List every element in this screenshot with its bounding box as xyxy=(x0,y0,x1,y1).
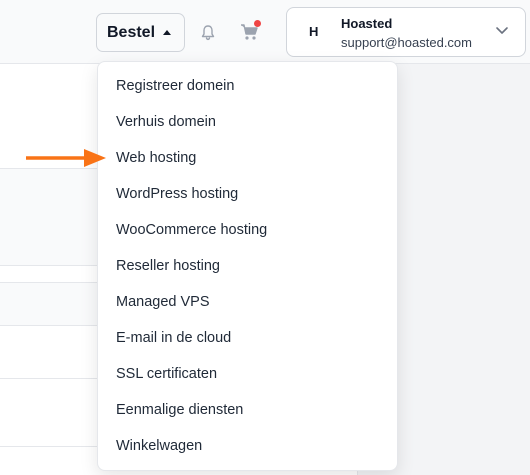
order-button-label: Bestel xyxy=(107,23,156,41)
menu-item-managed-vps[interactable]: Managed VPS xyxy=(98,284,397,320)
menu-item-cloud-email[interactable]: E-mail in de cloud xyxy=(98,320,397,356)
notifications-button[interactable] xyxy=(196,20,220,44)
account-name: Hoasted xyxy=(341,16,393,31)
order-button[interactable]: Bestel xyxy=(96,13,185,52)
caret-up-icon xyxy=(163,30,172,35)
bell-icon xyxy=(201,24,215,40)
cart-button[interactable] xyxy=(238,20,262,44)
menu-item-web-hosting[interactable]: Web hosting xyxy=(98,140,397,176)
pointer-arrow-icon xyxy=(26,149,106,167)
avatar: H xyxy=(309,24,319,39)
top-bar: Bestel H Hoasted support@hoasted.com xyxy=(0,0,530,64)
menu-item-wordpress-hosting[interactable]: WordPress hosting xyxy=(98,176,397,212)
menu-item-ssl-certificates[interactable]: SSL certificaten xyxy=(98,356,397,392)
menu-item-woocommerce-hosting[interactable]: WooCommerce hosting xyxy=(98,212,397,248)
account-email: support@hoasted.com xyxy=(341,35,472,50)
menu-item-register-domain[interactable]: Registreer domein xyxy=(98,68,397,104)
account-switcher[interactable]: H Hoasted support@hoasted.com xyxy=(286,7,526,57)
order-dropdown-menu: Registreer domein Verhuis domein Web hos… xyxy=(97,61,398,471)
chevron-down-icon xyxy=(496,27,508,34)
menu-item-one-time-services[interactable]: Eenmalige diensten xyxy=(98,392,397,428)
menu-item-shopping-cart[interactable]: Winkelwagen xyxy=(98,428,397,464)
menu-item-transfer-domain[interactable]: Verhuis domein xyxy=(98,104,397,140)
menu-item-reseller-hosting[interactable]: Reseller hosting xyxy=(98,248,397,284)
cart-notification-badge xyxy=(254,20,261,27)
